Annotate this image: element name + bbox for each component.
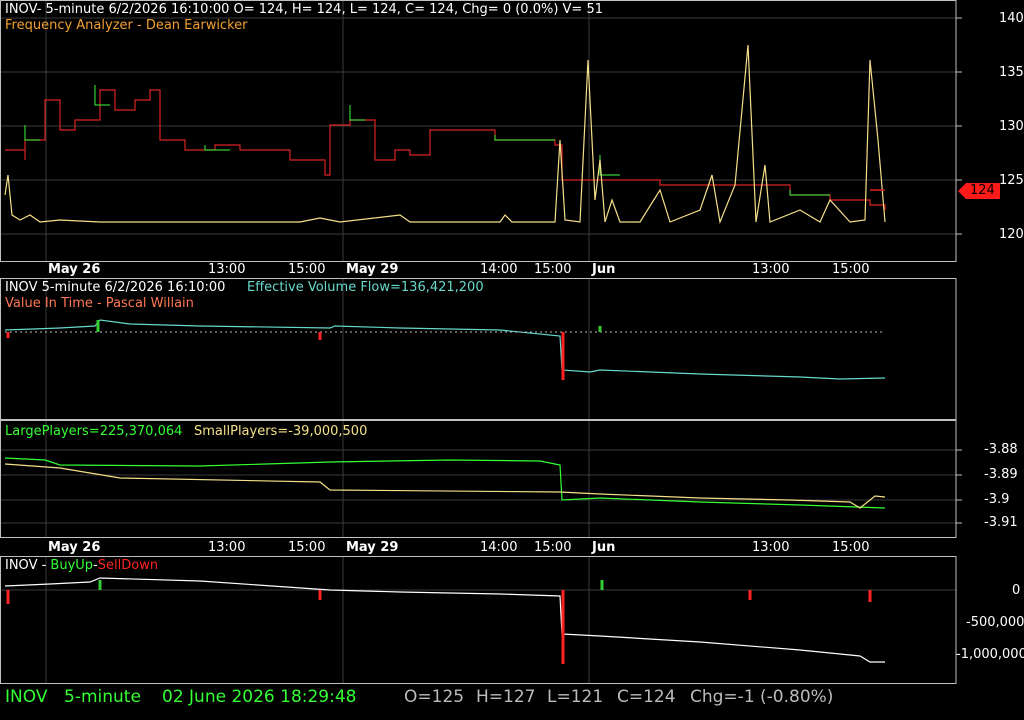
status-interval: 5-minute	[64, 687, 141, 707]
players-tick-2: -3.89	[984, 467, 1018, 482]
value-in-time-label: Value In Time - Pascal Willain	[5, 296, 194, 311]
time-axis-label-7: 13:00	[752, 262, 790, 277]
buyup-selldown-chart[interactable]	[0, 556, 1024, 684]
price-up-step-0	[24, 125, 40, 141]
buy-tick-1m: -1,000,000	[956, 647, 1024, 662]
buy-border	[0, 556, 957, 684]
price-tick-140: 140	[999, 11, 1024, 26]
price-up-step-5	[599, 155, 620, 176]
time-axis-top: May 26 13:00 15:00 May 29 14:00 15:00 Jun 13:00…	[0, 262, 1024, 278]
price-tick-130: 130	[999, 119, 1024, 134]
selldown-label: SellDown	[97, 558, 159, 573]
buyup-header: INOV - BuyUp-SellDown	[5, 558, 158, 573]
frequency-analyzer-label: Frequency Analyzer - Dean Earwicker	[5, 18, 248, 33]
last-price-badge: 124	[958, 183, 1000, 199]
price-tick-135: 135	[999, 65, 1024, 80]
time-axis-label-2: 15:00	[288, 262, 326, 277]
effective-volume-flow-label: Effective Volume Flow=136,421,200	[247, 280, 484, 295]
buyup-selldown-line	[4, 577, 885, 663]
time-axis-label-1: 13:00	[208, 262, 246, 277]
players-panel[interactable]: LargePlayers=225,370,064 SmallPlayers=-3…	[0, 420, 1024, 538]
time-axis-label-5: 15:00	[534, 262, 572, 277]
price-up-step-4	[494, 135, 555, 141]
time-axis-label-8: 15:00	[832, 262, 870, 277]
price-up-step-2	[204, 145, 230, 151]
volume-header-symbol: INOV 5-minute 6/2/2026 16:10:00	[5, 280, 226, 295]
time-axis-label-0: May 26	[48, 262, 101, 277]
price-panel[interactable]: INOV- 5-minute 6/2/2026 16:10:00 O= 124,…	[0, 0, 1024, 262]
price-chart[interactable]	[0, 0, 1024, 262]
time-axis-label-6: Jun	[592, 262, 616, 277]
buy-tick-0: 0	[1012, 583, 1021, 598]
price-tick-120: 120	[999, 227, 1024, 242]
effective-volume-flow-line	[4, 319, 886, 380]
volume-flow-panel[interactable]: INOV 5-minute 6/2/2026 16:10:00 Effectiv…	[0, 278, 1024, 420]
time-axis-label-1: 13:00	[208, 540, 246, 555]
price-tick-125: 125	[999, 173, 1024, 188]
status-change: Chg=-1 (-0.80%)	[690, 687, 834, 707]
status-low: L=121	[547, 687, 604, 707]
players-tick-3: -3.9	[984, 492, 1010, 507]
status-symbol: INOV	[5, 687, 48, 707]
buyup-selldown-panel[interactable]: INOV - BuyUp-SellDown 0 -500,000 -1,000,…	[0, 556, 1024, 684]
time-axis-label-5: 15:00	[534, 540, 572, 555]
status-datetime: 02 June 2026 18:29:48	[162, 687, 357, 707]
time-axis-label-2: 15:00	[288, 540, 326, 555]
last-price-value: 124	[970, 183, 995, 198]
time-axis-label-7: 13:00	[752, 540, 790, 555]
time-axis-bottom: May 26 13:00 15:00 May 29 14:00 15:00 Jun 13:00…	[0, 540, 1024, 556]
price-header: INOV- 5-minute 6/2/2026 16:10:00 O= 124,…	[5, 2, 603, 17]
time-axis-label-0: May 26	[48, 540, 101, 555]
price-up-step-6	[789, 190, 830, 196]
status-close: C=124	[617, 687, 676, 707]
time-axis-label-3: May 29	[346, 262, 399, 277]
buy-tick-500k: -500,000	[966, 615, 1024, 630]
buyup-symbol: INOV -	[5, 558, 51, 573]
players-tick-1: -3.88	[984, 442, 1018, 457]
time-axis-label-4: 14:00	[480, 540, 518, 555]
time-axis-label-3: May 29	[346, 540, 399, 555]
time-axis-label-6: Jun	[592, 540, 616, 555]
status-high: H=127	[476, 687, 536, 707]
small-players-label: SmallPlayers=-39,000,500	[194, 424, 368, 439]
status-open: O=125	[404, 687, 465, 707]
large-players-label: LargePlayers=225,370,064	[5, 424, 183, 439]
small-players-line	[4, 463, 886, 509]
players-tick-4: -3.91	[984, 515, 1018, 530]
time-axis-label-8: 15:00	[832, 540, 870, 555]
status-bar: INOV 5-minute 02 June 2026 18:29:48 O=12…	[0, 684, 1024, 720]
price-up-step-1	[94, 85, 110, 106]
time-axis-label-4: 14:00	[480, 262, 518, 277]
price-up-step-3	[349, 105, 365, 121]
buyup-label: BuyUp	[50, 558, 94, 573]
